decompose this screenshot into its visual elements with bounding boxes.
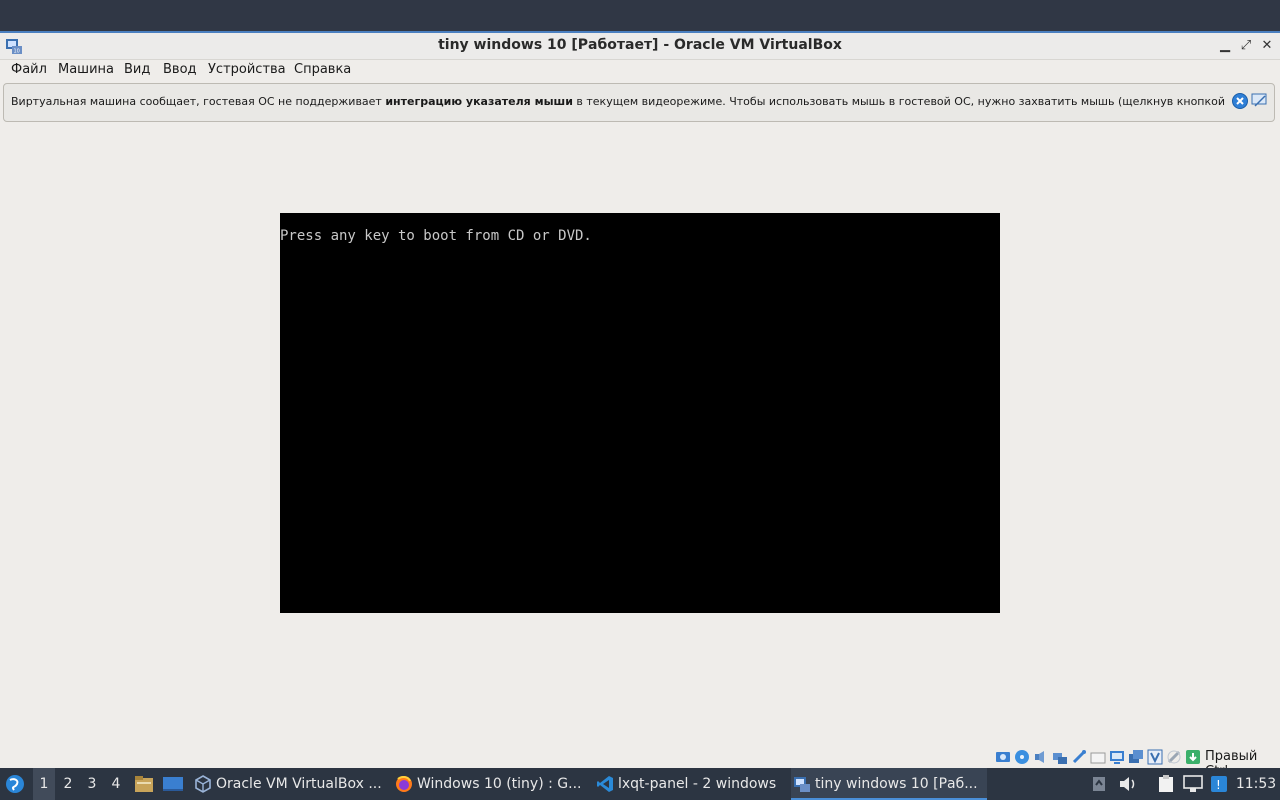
vm-display[interactable]: Press any key to boot from CD or DVD. xyxy=(280,213,1000,613)
network-tray-icon[interactable] xyxy=(1183,775,1203,793)
optical-drive-icon[interactable] xyxy=(1014,749,1030,765)
notice-text-bold: интеграцию указателя мыши xyxy=(385,95,573,108)
updates-icon[interactable]: ! xyxy=(1210,775,1228,793)
menu-machine[interactable]: Машина xyxy=(58,61,114,79)
menu-devices[interactable]: Устройства xyxy=(208,61,286,79)
show-desktop-icon[interactable] xyxy=(162,775,184,793)
lxqt-menu-icon[interactable] xyxy=(5,774,25,794)
notice-message: Виртуальная машина сообщает, гостевая ОС… xyxy=(11,95,1229,108)
mouse-integration-notice: Виртуальная машина сообщает, гостевая ОС… xyxy=(3,83,1275,122)
task-virtualbox-manager[interactable]: Oracle VM VirtualBox ... xyxy=(192,768,388,800)
shared-folders-icon[interactable] xyxy=(1090,749,1106,765)
maximize-button[interactable]: ⤢ xyxy=(1237,36,1255,56)
vm-status-bar: Правый Ctrl xyxy=(0,746,1280,779)
menu-input[interactable]: Ввод xyxy=(163,61,197,79)
keyboard-capture-icon[interactable] xyxy=(1185,749,1201,765)
close-button[interactable]: ✕ xyxy=(1258,36,1276,56)
desktop-3-button[interactable]: 3 xyxy=(81,768,103,800)
usb-icon[interactable] xyxy=(1071,749,1087,765)
menu-bar: Файл Машина Вид Ввод Устройства Справка xyxy=(0,60,1280,80)
menu-file[interactable]: Файл xyxy=(11,61,47,79)
file-manager-icon[interactable] xyxy=(134,775,154,793)
notice-details-icon[interactable] xyxy=(1251,92,1269,110)
task-tiny-windows-10[interactable]: tiny windows 10 [Раб... xyxy=(791,768,987,800)
volume-icon[interactable] xyxy=(1118,775,1138,793)
svg-text:!: ! xyxy=(1216,778,1221,792)
task-label: tiny windows 10 [Раб... xyxy=(815,776,978,792)
task-label: lxqt-panel - 2 windows xyxy=(618,776,777,792)
vscode-icon xyxy=(597,776,613,792)
close-notice-icon[interactable] xyxy=(1231,92,1249,110)
task-lxqt-panel[interactable]: lxqt-panel - 2 windows xyxy=(594,768,784,800)
virtualbox-icon xyxy=(195,775,211,793)
minimize-button[interactable]: ▁ xyxy=(1216,36,1234,56)
notice-text-prefix: Виртуальная машина сообщает, гостевая ОС… xyxy=(11,95,386,108)
clock[interactable]: 11:53 xyxy=(1232,768,1280,800)
clipboard-icon[interactable] xyxy=(1156,775,1176,793)
boot-message: Press any key to boot from CD or DVD. xyxy=(280,228,592,244)
display-icon[interactable] xyxy=(1109,749,1125,765)
desktop-2-button[interactable]: 2 xyxy=(57,768,79,800)
firefox-icon xyxy=(396,775,412,792)
video-capture-icon[interactable] xyxy=(1128,749,1144,765)
hard-disk-icon[interactable] xyxy=(995,749,1011,765)
task-label: Oracle VM VirtualBox ... xyxy=(216,776,382,792)
menu-view[interactable]: Вид xyxy=(124,61,150,79)
notice-text-suffix: в текущем видеорежиме. Чтобы использоват… xyxy=(572,95,1226,108)
vm-window-icon xyxy=(794,777,810,792)
mouse-integration-icon[interactable] xyxy=(1166,749,1182,765)
taskbar: 1 2 3 4 Oracle VM VirtualBox ... Windows… xyxy=(0,768,1280,800)
desktop-background xyxy=(0,0,1280,33)
tray-arrow-icon[interactable] xyxy=(1092,776,1106,792)
virtualization-icon[interactable] xyxy=(1147,749,1163,765)
network-icon[interactable] xyxy=(1052,749,1068,765)
task-label: Windows 10 (tiny) : G... xyxy=(417,776,582,792)
desktop-1-button[interactable]: 1 xyxy=(33,768,55,800)
audio-icon[interactable] xyxy=(1033,749,1049,765)
title-bar[interactable]: 10 tiny windows 10 [Работает] - Oracle V… xyxy=(0,33,1280,60)
virtualbox-vm-window: 10 tiny windows 10 [Работает] - Oracle V… xyxy=(0,33,1280,779)
desktop-4-button[interactable]: 4 xyxy=(105,768,127,800)
window-title: tiny windows 10 [Работает] - Oracle VM V… xyxy=(438,37,842,53)
task-firefox-windows10[interactable]: Windows 10 (tiny) : G... xyxy=(393,768,585,800)
menu-help[interactable]: Справка xyxy=(294,61,351,79)
